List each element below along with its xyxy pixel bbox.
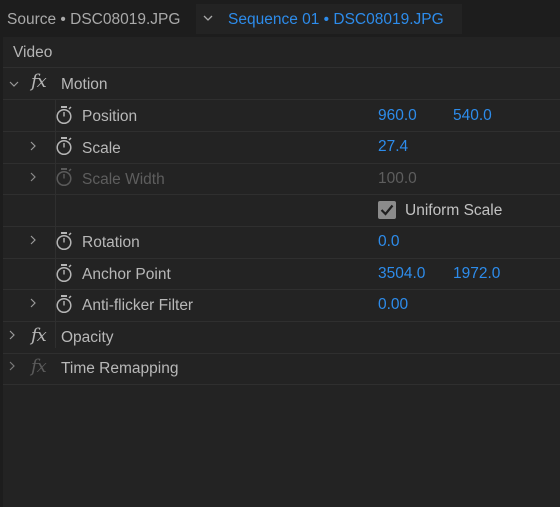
position-x-value[interactable]: 960.0 (378, 107, 417, 125)
stopwatch-icon (56, 168, 72, 187)
scale-value[interactable]: 27.4 (378, 138, 408, 156)
fx-icon: fx (31, 356, 47, 377)
property-row-uniform-scale: Uniform Scale (3, 195, 560, 227)
anti-flicker-value[interactable]: 0.00 (378, 296, 408, 314)
tab-source-monitor[interactable]: Source • DSC08019.JPG (0, 0, 180, 36)
scale-width-value: 100.0 (378, 170, 417, 187)
panel-tab-bar: Source • DSC08019.JPG Sequence 01 • DSC0… (0, 0, 560, 36)
property-row-rotation: Rotation 0.0 (3, 227, 560, 259)
property-label-scale-width: Scale Width (82, 171, 165, 188)
property-label-anti-flicker: Anti-flicker Filter (82, 297, 194, 314)
chevron-right-icon[interactable] (28, 235, 38, 245)
property-row-scale: Scale 27.4 (3, 132, 560, 164)
effect-row-opacity[interactable]: fx Opacity (3, 322, 560, 354)
stopwatch-icon[interactable] (55, 231, 73, 251)
property-label-position: Position (82, 108, 138, 125)
property-row-scale-width: Scale Width 100.0 (3, 163, 560, 195)
anchor-point-x-value[interactable]: 3504.0 (378, 265, 425, 283)
chevron-right-icon[interactable] (28, 298, 38, 308)
chevron-down-icon[interactable] (202, 12, 214, 24)
tab-sequence-label: Sequence 01 • DSC08019.JPG (228, 11, 444, 28)
uniform-scale-checkbox[interactable] (378, 201, 396, 219)
property-label-scale: Scale (82, 140, 121, 157)
effect-label-time-remapping: Time Remapping (61, 360, 179, 377)
rotation-value[interactable]: 0.0 (378, 233, 400, 251)
tab-effect-controls-sequence[interactable]: Sequence 01 • DSC08019.JPG (196, 4, 462, 34)
chevron-right-icon[interactable] (28, 172, 38, 182)
property-label-rotation: Rotation (82, 234, 140, 251)
effect-controls-panel: Video fx Motion Position 960.0 540.0 Sca… (3, 37, 560, 507)
stopwatch-icon[interactable] (55, 294, 73, 314)
fx-icon[interactable]: fx (31, 325, 47, 346)
effect-label-motion: Motion (61, 76, 108, 93)
chevron-right-icon[interactable] (28, 141, 38, 151)
chevron-right-icon[interactable] (7, 361, 17, 371)
position-y-value[interactable]: 540.0 (453, 107, 492, 125)
stopwatch-icon[interactable] (55, 105, 73, 125)
effect-label-opacity: Opacity (61, 329, 114, 346)
checkmark-icon (380, 204, 394, 216)
stopwatch-icon[interactable] (55, 263, 73, 283)
tab-source-label: Source • DSC08019.JPG (7, 11, 181, 28)
property-row-anti-flicker: Anti-flicker Filter 0.00 (3, 290, 560, 322)
uniform-scale-label: Uniform Scale (405, 202, 503, 219)
effect-row-time-remapping[interactable]: fx Time Remapping (3, 353, 560, 385)
anchor-point-y-value[interactable]: 1972.0 (453, 265, 500, 283)
divider (55, 99, 56, 348)
effect-row-motion[interactable]: fx Motion (3, 68, 560, 100)
stopwatch-icon[interactable] (55, 136, 73, 156)
property-row-position: Position 960.0 540.0 (3, 100, 560, 132)
chevron-down-icon[interactable] (9, 79, 19, 89)
property-label-anchor-point: Anchor Point (82, 266, 171, 283)
property-row-anchor-point: Anchor Point 3504.0 1972.0 (3, 258, 560, 290)
section-video-header: Video (13, 44, 53, 61)
chevron-right-icon[interactable] (7, 330, 17, 340)
fx-icon[interactable]: fx (31, 71, 47, 92)
